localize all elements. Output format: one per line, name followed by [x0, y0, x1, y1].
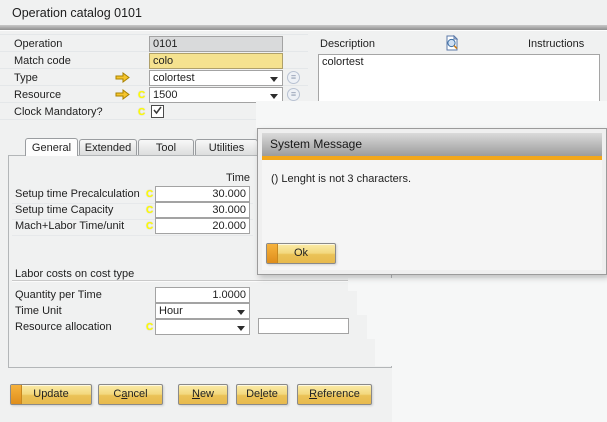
clock-mandatory-checkbox[interactable] [151, 105, 164, 118]
default-button-strip [11, 385, 22, 404]
tab-utilities[interactable]: Utilities [195, 139, 258, 155]
title-separator [0, 25, 607, 31]
choose-from-list-icon[interactable] [287, 71, 300, 84]
instructions-header: Instructions [528, 38, 584, 51]
dialog-titlebar[interactable]: System Message [262, 133, 602, 156]
mandatory-c-indicator: C [138, 106, 145, 119]
system-message-dialog: System Message () Lenght is not 3 charac… [257, 128, 607, 275]
description-textarea[interactable]: colortest [318, 54, 600, 102]
chevron-down-icon [270, 94, 278, 99]
reference-button[interactable]: Reference [297, 384, 372, 405]
tab-tool[interactable]: Tool [138, 139, 194, 155]
dialog-message: () Lenght is not 3 characters. [271, 173, 411, 185]
update-button[interactable]: Update [10, 384, 92, 405]
link-arrow-icon[interactable] [115, 72, 130, 86]
ok-button[interactable]: Ok [266, 243, 336, 264]
tab-extended[interactable]: Extended [79, 139, 137, 155]
default-button-strip [267, 244, 278, 263]
resource-label: Resource [14, 89, 61, 102]
dialog-title: System Message [270, 137, 362, 151]
dialog-content: () Lenght is not 3 characters. Ok [262, 160, 602, 270]
new-button[interactable]: New [178, 384, 228, 405]
type-dropdown-value: colortest [153, 72, 195, 84]
background-region [348, 278, 392, 291]
choose-from-list-icon[interactable] [287, 88, 300, 101]
description-header: Description [320, 38, 375, 51]
type-dropdown[interactable]: colortest [149, 70, 283, 86]
background-region [367, 315, 392, 339]
background-region [357, 291, 392, 315]
checkmark-icon [153, 106, 162, 115]
type-label: Type [14, 72, 38, 85]
delete-button[interactable]: Delete [236, 384, 288, 405]
resource-dropdown-value: 1500 [153, 89, 177, 101]
operation-label: Operation [14, 38, 62, 51]
mandatory-c-indicator: C [138, 89, 145, 102]
document-preview-icon[interactable] [444, 35, 460, 54]
link-arrow-icon[interactable] [115, 89, 130, 103]
tab-general[interactable]: General [25, 138, 78, 156]
row-divider [0, 34, 308, 35]
match-code-label: Match code [14, 55, 71, 68]
operation-field: 0101 [149, 36, 283, 52]
cancel-button[interactable]: Cancel [98, 384, 163, 405]
chevron-down-icon [270, 77, 278, 82]
clock-mandatory-label: Clock Mandatory? [14, 106, 103, 119]
background-region [375, 339, 392, 366]
match-code-field[interactable]: colo [149, 53, 283, 69]
background-region [392, 278, 607, 422]
background-region [256, 101, 607, 128]
operation-catalog-window: Operation catalog 0101 Operation 0101 Ma… [0, 0, 607, 422]
window-title: Operation catalog 0101 [12, 6, 142, 20]
